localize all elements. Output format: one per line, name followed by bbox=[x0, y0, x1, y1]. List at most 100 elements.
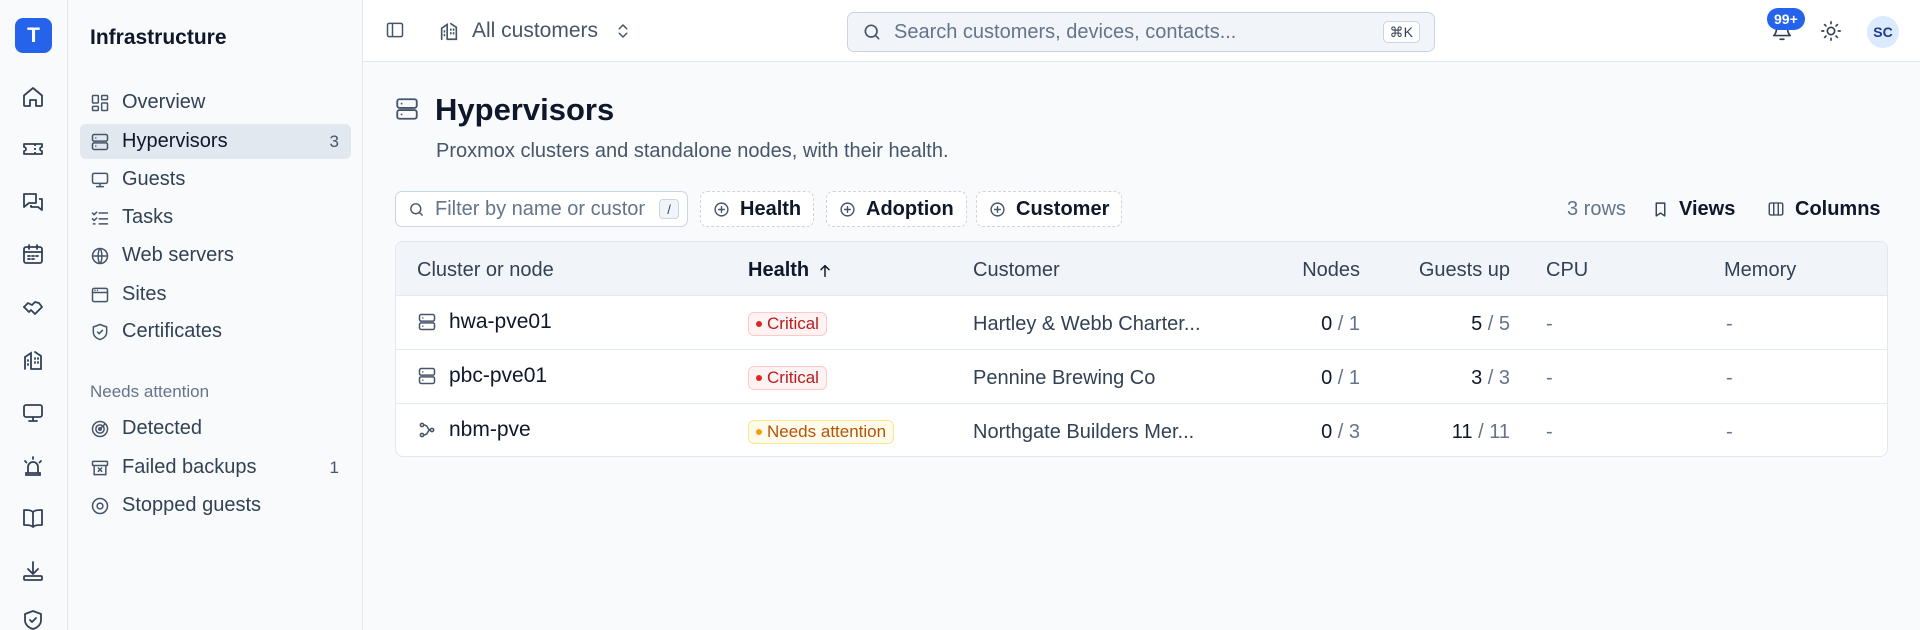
sidebar-toggle-icon[interactable] bbox=[385, 20, 405, 40]
monitor-icon[interactable] bbox=[18, 398, 48, 428]
sidebar-item-guests[interactable]: Guests bbox=[80, 162, 351, 197]
sidebar-item-stopped-guests[interactable]: Stopped guests bbox=[80, 488, 351, 523]
home-icon[interactable] bbox=[18, 82, 48, 112]
customer-cell[interactable]: Hartley & Webb Charter... bbox=[973, 313, 1201, 336]
sidebar-item-label: Stopped guests bbox=[122, 494, 261, 516]
building-icon bbox=[440, 22, 458, 41]
sidebar-item-tasks[interactable]: Tasks bbox=[80, 200, 351, 235]
column-header-nodes[interactable]: Nodes bbox=[1302, 259, 1360, 282]
status-badge: Critical bbox=[748, 312, 827, 336]
messages-icon[interactable] bbox=[18, 187, 48, 217]
sun-icon[interactable] bbox=[1820, 20, 1842, 42]
ticket-icon[interactable] bbox=[18, 134, 48, 164]
customer-cell[interactable]: Northgate Builders Mer... bbox=[973, 421, 1194, 444]
plus-circle-icon bbox=[714, 201, 729, 217]
filter-chip-customer[interactable]: Customer bbox=[976, 191, 1123, 227]
nodes-total: / 1 bbox=[1337, 313, 1360, 335]
guests-cell: 3 / 3 bbox=[1471, 367, 1510, 390]
status-dot bbox=[756, 429, 762, 435]
sidebar-item-sites[interactable]: Sites bbox=[80, 277, 351, 312]
nodes-up: 0 bbox=[1321, 367, 1333, 389]
siren-icon[interactable] bbox=[18, 451, 48, 481]
cluster-name: pbc-pve01 bbox=[449, 364, 548, 387]
column-header-customer[interactable]: Customer bbox=[973, 259, 1060, 282]
page-subtitle: Proxmox clusters and standalone nodes, w… bbox=[436, 140, 949, 162]
column-header-guests-up[interactable]: Guests up bbox=[1419, 259, 1510, 282]
sidebar-item-web-servers[interactable]: Web servers bbox=[80, 238, 351, 273]
global-search[interactable]: ⌘K bbox=[847, 12, 1435, 52]
nodes-total: / 1 bbox=[1337, 367, 1360, 389]
column-header-cpu[interactable]: CPU bbox=[1546, 259, 1588, 282]
filter-chip-adoption[interactable]: Adoption bbox=[826, 191, 967, 227]
list-checks-icon bbox=[91, 210, 109, 225]
sidebar-item-label: Certificates bbox=[122, 320, 223, 342]
sidebar-item-count: 3 bbox=[329, 131, 339, 151]
guests-total: / 3 bbox=[1487, 367, 1510, 389]
radar-icon bbox=[91, 420, 109, 437]
sidebar-item-label: Guests bbox=[122, 168, 186, 190]
table-row[interactable]: hwa-pve01 Critical Hartley & Webb Charte… bbox=[396, 296, 1887, 350]
download-icon[interactable] bbox=[18, 556, 48, 586]
cluster-name-cell[interactable]: hwa-pve01 bbox=[417, 310, 552, 334]
sidebar-item-certificates[interactable]: Certificates bbox=[80, 314, 351, 349]
table-filter[interactable]: / bbox=[395, 191, 688, 227]
sidebar-item-count: 1 bbox=[329, 457, 339, 477]
server-icon bbox=[394, 96, 420, 122]
table-row[interactable]: nbm-pve Needs attention Northgate Builde… bbox=[396, 404, 1887, 456]
monitor-icon bbox=[91, 172, 109, 187]
filter-input[interactable] bbox=[435, 197, 645, 221]
handshake-icon[interactable] bbox=[18, 292, 48, 322]
book-icon[interactable] bbox=[18, 503, 48, 533]
guests-cell: 11 / 11 bbox=[1452, 421, 1510, 444]
filter-shortcut: / bbox=[659, 199, 679, 219]
status-label: Critical bbox=[767, 368, 819, 387]
columns-label: Columns bbox=[1795, 197, 1881, 220]
status-badge: Needs attention bbox=[748, 420, 895, 444]
customer-selector[interactable]: All customers bbox=[438, 18, 632, 44]
shield-icon[interactable] bbox=[18, 605, 48, 630]
sidebar-item-detected[interactable]: Detected bbox=[80, 411, 351, 446]
sidebar-item-hypervisors[interactable]: Hypervisors 3 bbox=[80, 124, 351, 159]
calendar-icon[interactable] bbox=[18, 239, 48, 269]
filter-chip-health[interactable]: Health bbox=[700, 191, 815, 227]
views-label: Views bbox=[1679, 197, 1736, 220]
nodes-cell: 0 / 3 bbox=[1321, 421, 1360, 444]
server-icon bbox=[418, 367, 436, 385]
app-logo[interactable]: T bbox=[15, 18, 52, 53]
stop-circle-icon bbox=[91, 497, 109, 514]
server-icon bbox=[418, 313, 436, 331]
sidebar-item-label: Failed backups bbox=[122, 456, 257, 478]
top-header: All customers ⌘K 99+ SC bbox=[363, 0, 1920, 62]
views-button[interactable]: Views bbox=[1652, 194, 1735, 224]
customer-cell[interactable]: Pennine Brewing Co bbox=[973, 367, 1155, 390]
columns-icon bbox=[1768, 202, 1784, 216]
columns-button[interactable]: Columns bbox=[1767, 194, 1881, 224]
cluster-name-cell[interactable]: nbm-pve bbox=[417, 418, 531, 442]
memory-cell: - bbox=[1726, 421, 1733, 443]
column-header-cluster[interactable]: Cluster or node bbox=[417, 259, 554, 282]
dashboard-icon bbox=[91, 94, 109, 111]
nodes-total: / 3 bbox=[1337, 421, 1360, 443]
column-header-health[interactable]: Health bbox=[748, 259, 833, 282]
sidebar-item-overview[interactable]: Overview bbox=[80, 85, 351, 120]
sidebar-title: Infrastructure bbox=[90, 26, 227, 49]
cpu-cell: - bbox=[1546, 421, 1553, 443]
archive-x-icon bbox=[91, 460, 109, 475]
page-title: Hypervisors bbox=[435, 92, 615, 127]
column-header-memory[interactable]: Memory bbox=[1724, 259, 1796, 282]
search-shortcut: ⌘K bbox=[1382, 21, 1420, 43]
building-icon[interactable] bbox=[18, 345, 48, 375]
avatar[interactable]: SC bbox=[1867, 16, 1899, 48]
filter-chip-label: Health bbox=[740, 197, 802, 220]
sidebar-item-failed-backups[interactable]: Failed backups 1 bbox=[80, 450, 351, 485]
cluster-name-cell[interactable]: pbc-pve01 bbox=[417, 364, 547, 388]
table-header: Cluster or node Health Customer Nodes Gu… bbox=[396, 242, 1887, 296]
search-input[interactable] bbox=[894, 20, 1374, 44]
globe-icon bbox=[91, 247, 109, 264]
nodes-up: 0 bbox=[1321, 313, 1333, 335]
icon-rail: T bbox=[0, 0, 68, 630]
cpu-cell: - bbox=[1546, 313, 1553, 335]
table-row[interactable]: pbc-pve01 Critical Pennine Brewing Co 0 … bbox=[396, 350, 1887, 404]
badge-check-icon bbox=[92, 323, 108, 340]
cluster-name: hwa-pve01 bbox=[449, 310, 552, 333]
